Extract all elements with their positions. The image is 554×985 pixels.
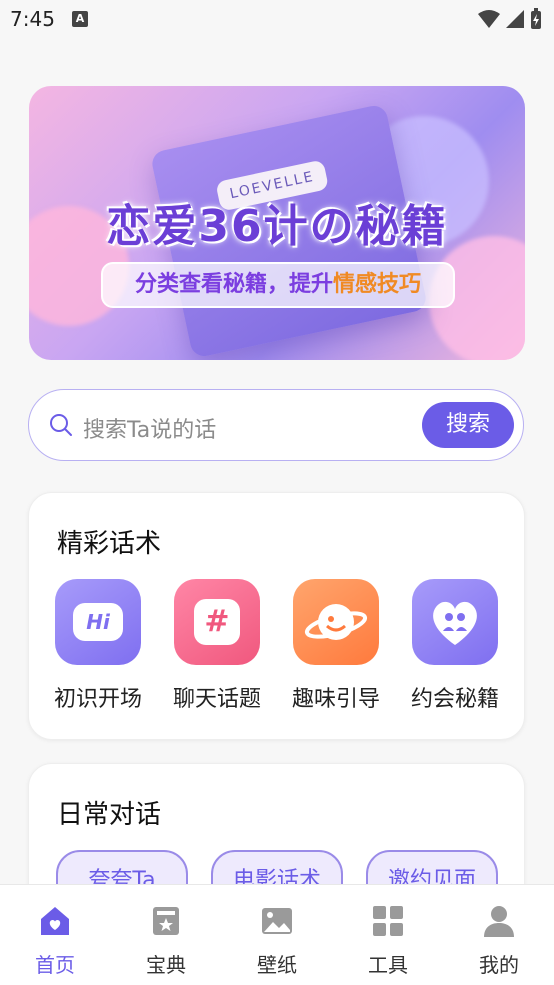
tab-tools[interactable]: 工具 xyxy=(348,903,428,978)
search-icon xyxy=(50,414,72,436)
hashtag-icon: # xyxy=(174,579,260,665)
couple-heart-icon xyxy=(412,579,498,665)
banner-subtitle: 分类查看秘籍，提升情感技巧 xyxy=(101,262,455,308)
signal-icon xyxy=(506,10,524,28)
tab-wallpaper[interactable]: 壁纸 xyxy=(237,903,317,978)
battery-icon xyxy=(531,8,541,29)
profile-icon xyxy=(484,906,514,937)
tab-label: 工具 xyxy=(368,953,408,977)
feature-label: 约会秘籍 xyxy=(410,687,499,712)
hi-icon: Hi xyxy=(55,579,141,665)
feature-item-opening[interactable]: Hi 初识开场 xyxy=(43,579,153,713)
feature-item-dating[interactable]: 约会秘籍 xyxy=(400,579,510,713)
tab-label: 首页 xyxy=(35,953,75,977)
daily-title: 日常对话 xyxy=(57,800,162,830)
banner-subtitle-text: 分类查看秘籍，提升 xyxy=(134,272,333,297)
tab-label: 壁纸 xyxy=(257,953,297,977)
search-bar[interactable]: 搜索Ta说的话 搜索 xyxy=(28,389,524,461)
status-icons xyxy=(478,8,542,30)
image-icon xyxy=(262,908,292,934)
book-icon xyxy=(153,907,179,935)
tab-handbook[interactable]: 宝典 xyxy=(126,903,206,978)
feature-label: 趣味引导 xyxy=(291,687,380,712)
tab-home[interactable]: 首页 xyxy=(15,903,95,978)
bottom-tab-bar: 首页 宝典 壁纸 工具 我的 xyxy=(0,884,554,985)
planet-icon xyxy=(293,579,379,665)
promo-banner[interactable]: LOEVELLE 恋爱36计の秘籍 分类查看秘籍，提升情感技巧 xyxy=(29,86,525,360)
notification-a-icon: A xyxy=(72,11,88,27)
feature-label: 聊天话题 xyxy=(172,687,261,712)
search-button[interactable]: 搜索 xyxy=(422,402,514,448)
feature-item-topics[interactable]: # 聊天话题 xyxy=(162,579,272,713)
tab-label: 我的 xyxy=(479,953,519,977)
feature-item-guide[interactable]: 趣味引导 xyxy=(281,579,391,713)
featured-card: 精彩话术 Hi 初识开场 # 聊天话题 趣味引导 约会秘籍 xyxy=(28,492,525,740)
status-bar: 7:45 A xyxy=(0,0,554,40)
banner-title: 恋爱36计の秘籍 xyxy=(106,201,448,252)
tab-label: 宝典 xyxy=(146,953,186,977)
tab-profile[interactable]: 我的 xyxy=(459,903,539,978)
search-input[interactable]: 搜索Ta说的话 xyxy=(83,412,216,444)
home-icon xyxy=(41,907,69,935)
status-time: 7:45 xyxy=(10,7,55,31)
featured-title: 精彩话术 xyxy=(57,529,162,559)
grid-icon xyxy=(373,906,403,936)
feature-label: 初识开场 xyxy=(53,687,142,712)
wifi-icon xyxy=(478,10,500,28)
banner-subtitle-highlight: 情感技巧 xyxy=(333,272,422,297)
